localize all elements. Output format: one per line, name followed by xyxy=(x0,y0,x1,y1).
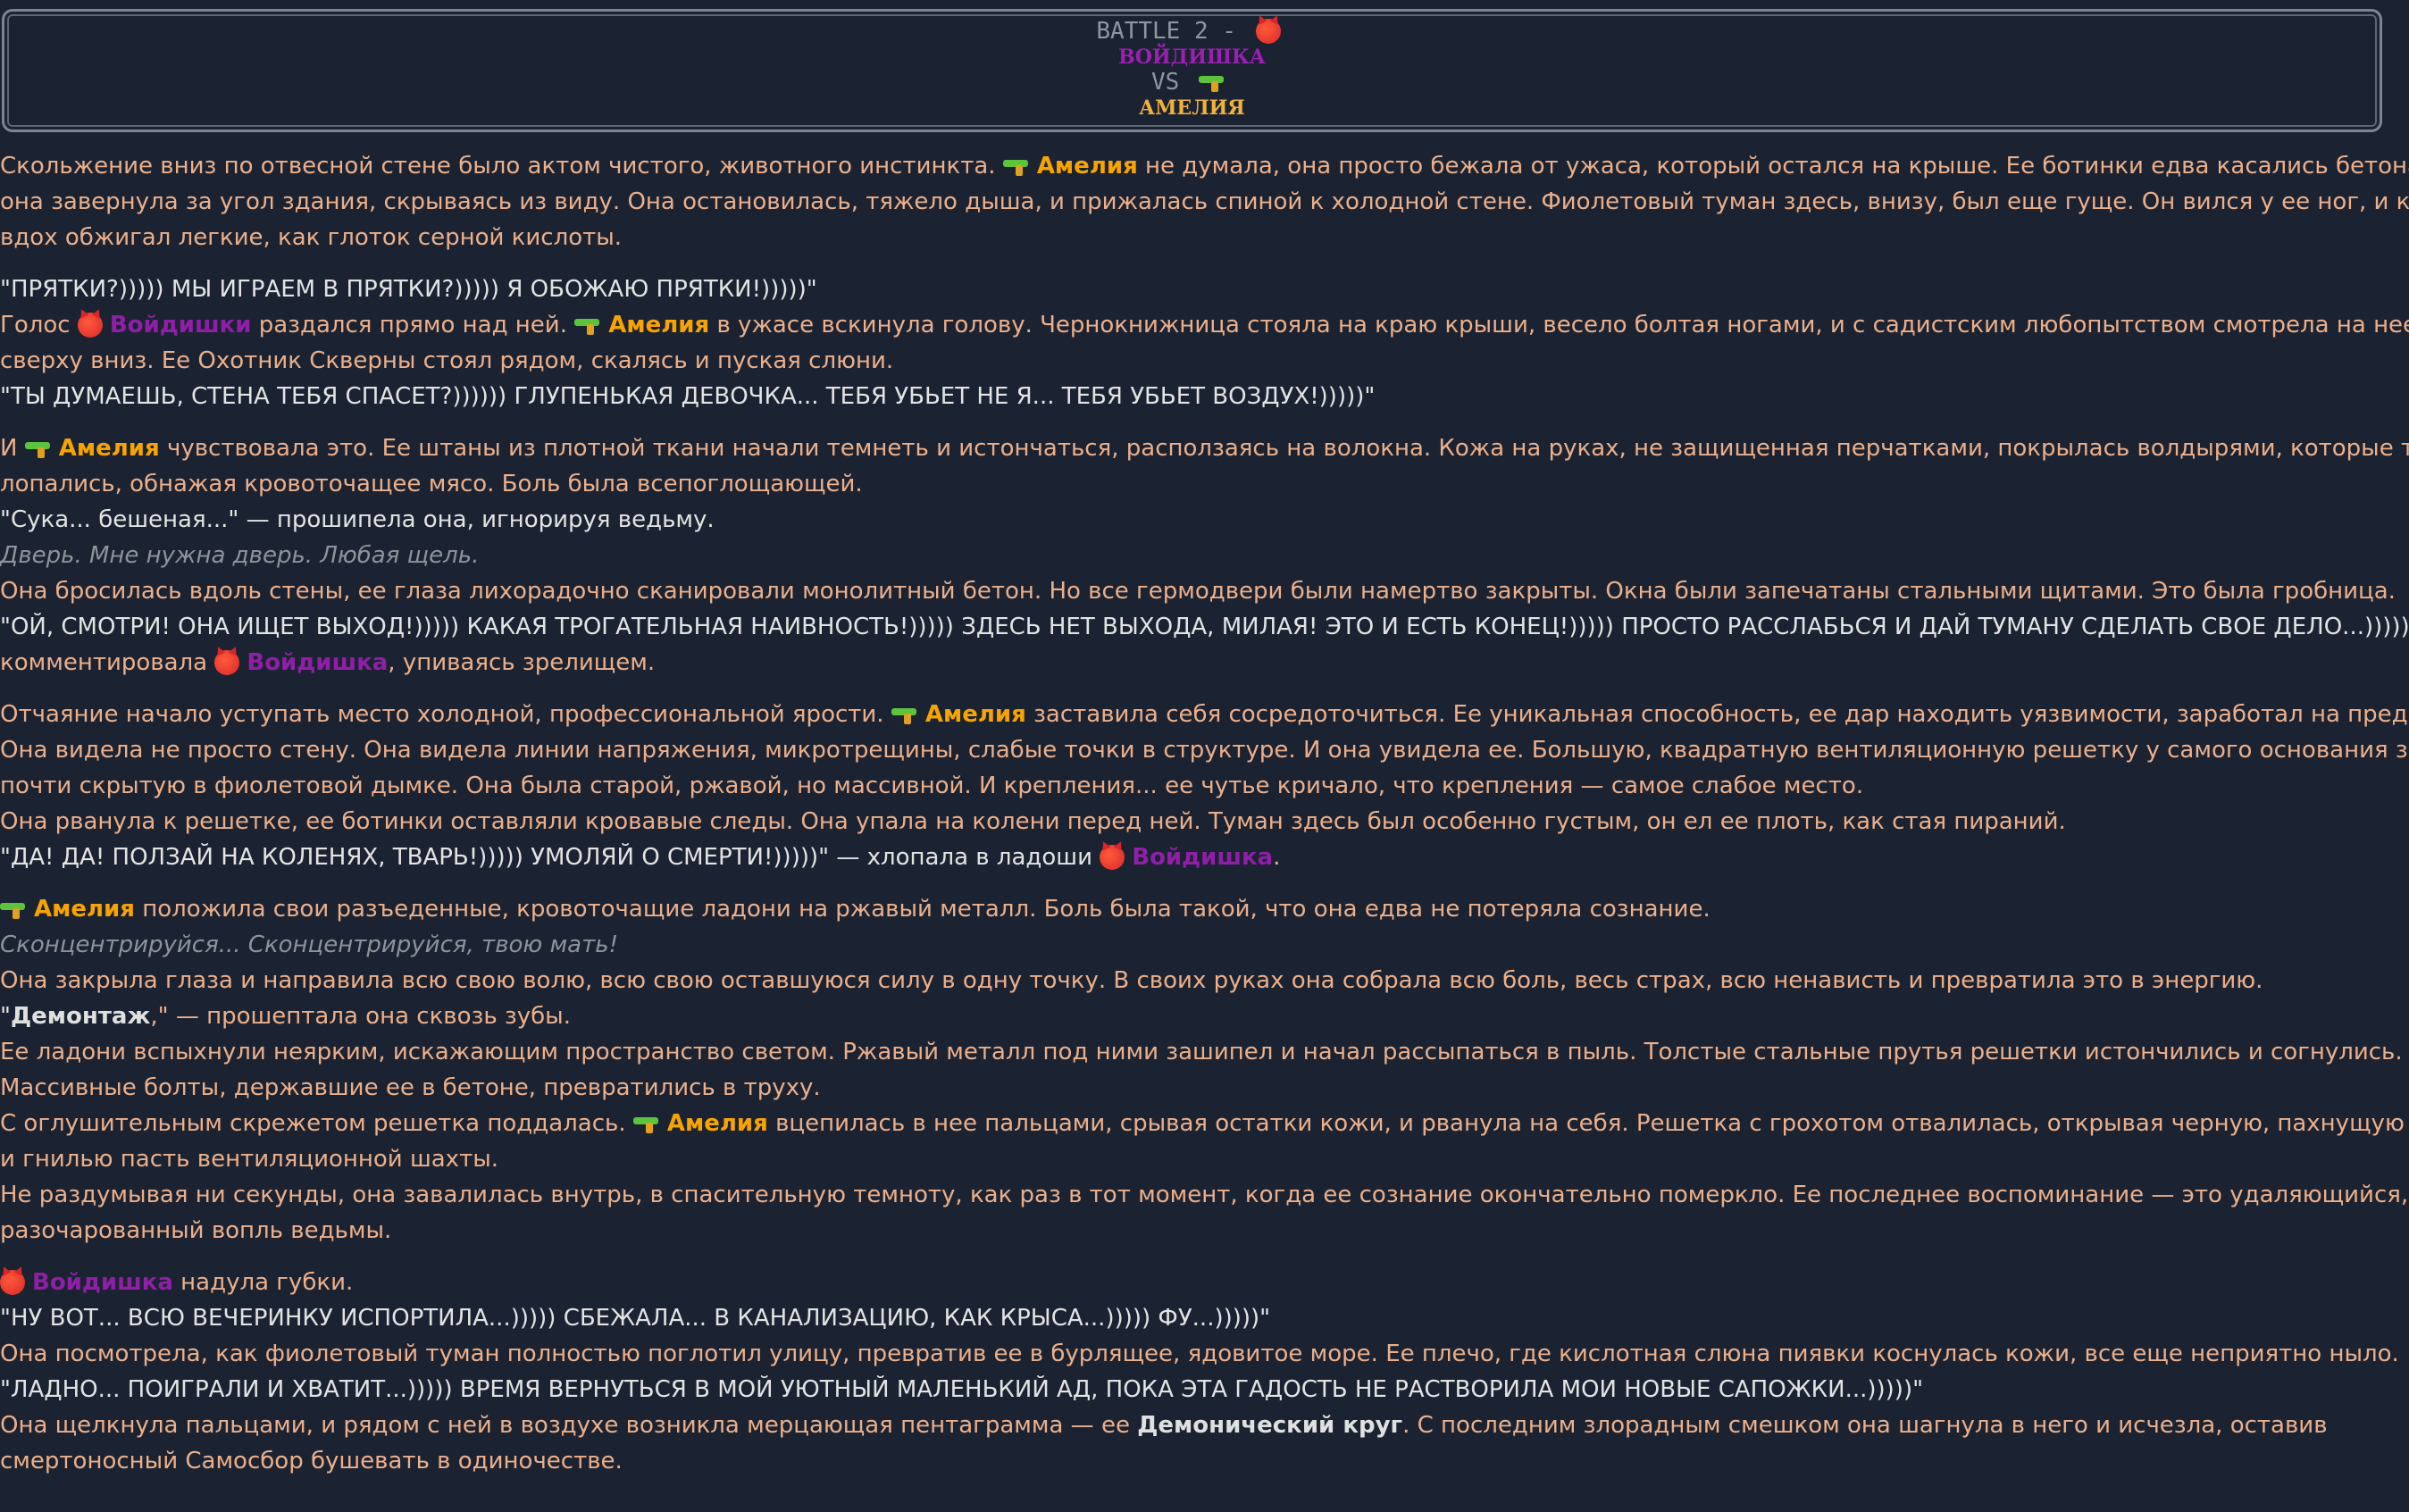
text-line: комментировала Войдишка, упиваясь зрелищ… xyxy=(0,645,2409,681)
name-amelia: Амелия xyxy=(608,312,710,338)
quote-line: "ПРЯТКИ?))))) МЫ ИГРАЕМ В ПРЯТКИ?))))) Я… xyxy=(0,276,817,303)
text-line: разочарованный вопль ведьмы. xyxy=(0,1217,392,1244)
text-line: вдох обжигал легкие, как глоток серной к… xyxy=(0,224,623,251)
water-gun-icon xyxy=(24,440,52,458)
name-voidishki: Войдишки xyxy=(109,312,252,338)
name-amelia: Амелия xyxy=(1036,153,1138,180)
paragraph-3: И Амелия чувствовала это. Ее штаны из пл… xyxy=(0,430,2409,681)
devil-icon xyxy=(1255,19,1281,44)
water-gun-icon xyxy=(574,317,601,335)
paragraph-1: Скольжение вниз по отвесной стене было а… xyxy=(0,148,2409,255)
quote-line: "НУ ВОТ... ВСЮ ВЕЧЕРИНКУ ИСПОРТИЛА...)))… xyxy=(0,1305,1271,1332)
name-amelia: Амелия xyxy=(34,896,135,923)
battle-title-line: BATTLE 2 - xyxy=(4,19,2380,44)
water-gun-icon xyxy=(891,706,918,724)
quote-line: "ТЫ ДУМАЕШЬ, СТЕНА ТЕБЯ СПАСЕТ?)))))) ГЛ… xyxy=(0,383,1376,410)
thought-line: Сконцентрируйся... Сконцентрируйся, твою… xyxy=(0,931,619,958)
text-line: Она бросилась вдоль стены, ее глаза лихо… xyxy=(0,578,2396,605)
text-line: Она рванула к решетке, ее ботинки оставл… xyxy=(0,808,2066,835)
devil-icon xyxy=(77,313,103,338)
name-amelia: Амелия xyxy=(666,1110,768,1137)
devil-icon xyxy=(0,1270,25,1295)
vs-label: VS xyxy=(1151,69,1180,96)
battle-title: BATTLE 2 - xyxy=(1096,18,1236,45)
text-line: Ее ладони вспыхнули неярким, искажающим … xyxy=(0,1039,2403,1065)
narration: , упиваясь зрелищем. xyxy=(388,649,656,676)
text-line: Отчаяние начало уступать место холодной,… xyxy=(0,697,2409,732)
vs-line: VS xyxy=(4,70,2380,95)
narration: заставила себя сосредоточиться. Ее уника… xyxy=(1025,701,2409,728)
text-line: Амелия положила свои разъеденные, кровот… xyxy=(0,891,2409,927)
name-voidishka: Войдишка xyxy=(32,1269,173,1296)
battle-header: BATTLE 2 - ВОЙДИШКА VS АМЕЛИЯ xyxy=(2,9,2382,132)
quote-line: "ЛАДНО... ПОИГРАЛИ И ХВАТИТ...))))) ВРЕМ… xyxy=(0,1376,1924,1403)
water-gun-icon xyxy=(632,1115,660,1133)
narration: раздался прямо над ней. xyxy=(251,312,575,338)
text-line: почти скрытую в фиолетовой дымке. Она бы… xyxy=(0,773,1864,799)
hero-name-line: АМЕЛИЯ xyxy=(4,95,2380,121)
narration: комментировала xyxy=(0,649,215,676)
narration: положила свои разъеденные, кровоточащие … xyxy=(134,896,1711,923)
paragraph-2: "ПРЯТКИ?))))) МЫ ИГРАЕМ В ПРЯТКИ?))))) Я… xyxy=(0,271,2409,414)
narration: ," — прошептала она сквозь зубы. xyxy=(150,1003,571,1030)
narration: надула губки. xyxy=(172,1269,354,1296)
text-line: Не раздумывая ни секунды, она завалилась… xyxy=(0,1182,2409,1208)
story-text: Скольжение вниз по отвесной стене было а… xyxy=(0,148,2409,1479)
name-amelia: Амелия xyxy=(58,435,160,462)
skill-name: Демонический круг xyxy=(1137,1412,1403,1439)
text-line: "Демонтаж," — прошептала она сквозь зубы… xyxy=(0,998,2409,1034)
text-line: И Амелия чувствовала это. Ее штаны из пл… xyxy=(0,430,2409,466)
text-line: она завернула за угол здания, скрываясь … xyxy=(0,188,2409,215)
text-line: Она закрыла глаза и направила всю свою в… xyxy=(0,967,2263,994)
villain-name: ВОЙДИШКА xyxy=(1118,46,1266,69)
water-gun-icon xyxy=(0,901,27,919)
thought-line: Дверь. Мне нужна дверь. Любая щель. xyxy=(0,542,480,569)
text-line: С оглушительным скрежетом решетка поддал… xyxy=(0,1106,2409,1141)
paragraph-5: Амелия положила свои разъеденные, кровот… xyxy=(0,891,2409,1249)
narration: не думала, она просто бежала от ужаса, к… xyxy=(1137,153,2409,180)
narration: Голос xyxy=(0,312,78,338)
text-line: смертоносный Самосбор бушевать в одиноче… xyxy=(0,1448,623,1474)
quote-line: "Сука... бешеная..." — прошипела она, иг… xyxy=(0,506,715,533)
name-voidishka: Войдишка xyxy=(1132,844,1274,871)
text-line: Войдишка надула губки. xyxy=(0,1265,2409,1300)
text-line: Она щелкнула пальцами, и рядом с ней в в… xyxy=(0,1408,2409,1443)
text-line: Массивные болты, державшие ее в бетоне, … xyxy=(0,1074,821,1101)
narration: . xyxy=(1273,844,1281,871)
water-gun-icon xyxy=(1198,74,1225,92)
quote-line: "ОЙ, СМОТРИ! ОНА ИЩЕТ ВЫХОД!))))) КАКАЯ … xyxy=(0,614,2409,640)
text-line: Голос Войдишки раздался прямо над ней. А… xyxy=(0,307,2409,343)
text-line: "ДА! ДА! ПОЛЗАЙ НА КОЛЕНЯХ, ТВАРЬ!))))) … xyxy=(0,840,2409,875)
narration: И xyxy=(0,435,25,462)
text-line: Она посмотрела, как фиолетовый туман пол… xyxy=(0,1341,2399,1367)
paragraph-6: Войдишка надула губки. "НУ ВОТ... ВСЮ ВЕ… xyxy=(0,1265,2409,1479)
devil-icon xyxy=(1100,845,1125,870)
paragraph-4: Отчаяние начало уступать место холодной,… xyxy=(0,697,2409,875)
villain-name-line: ВОЙДИШКА xyxy=(4,44,2380,70)
narration: в ужасе вскинула голову. Чернокнижница с… xyxy=(709,312,2409,338)
quote: " xyxy=(0,1003,11,1030)
narration: . С последним злорадным смешком она шагн… xyxy=(1402,1412,2328,1439)
narration: Она щелкнула пальцами, и рядом с ней в в… xyxy=(0,1412,1138,1439)
text-line: Она видела не просто стену. Она видела л… xyxy=(0,737,2409,764)
water-gun-icon xyxy=(1002,158,1030,176)
name-voidishka: Войдишка xyxy=(247,649,389,676)
text-line: лопались, обнажая кровоточащее мясо. Бол… xyxy=(0,471,863,497)
narration: С оглушительным скрежетом решетка поддал… xyxy=(0,1110,633,1137)
hero-name: АМЕЛИЯ xyxy=(1139,96,1245,120)
name-amelia: Амелия xyxy=(924,701,1026,728)
text-line: Скольжение вниз по отвесной стене было а… xyxy=(0,148,2409,184)
text-line: сверху вниз. Ее Охотник Скверны стоял ря… xyxy=(0,347,894,374)
narration: Скольжение вниз по отвесной стене было а… xyxy=(0,153,1003,180)
narration: чувствовала это. Ее штаны из плотной тка… xyxy=(159,435,2409,462)
skill-name: Демонтаж xyxy=(10,1003,151,1030)
narration: Отчаяние начало уступать место холодной,… xyxy=(0,701,891,728)
devil-icon xyxy=(214,650,240,675)
quote: "ДА! ДА! ПОЛЗАЙ НА КОЛЕНЯХ, ТВАРЬ!))))) … xyxy=(0,844,1100,871)
narration: вцепилась в нее пальцами, срывая остатки… xyxy=(767,1110,2409,1137)
text-line: и гнилью пасть вентиляционной шахты. xyxy=(0,1146,499,1173)
